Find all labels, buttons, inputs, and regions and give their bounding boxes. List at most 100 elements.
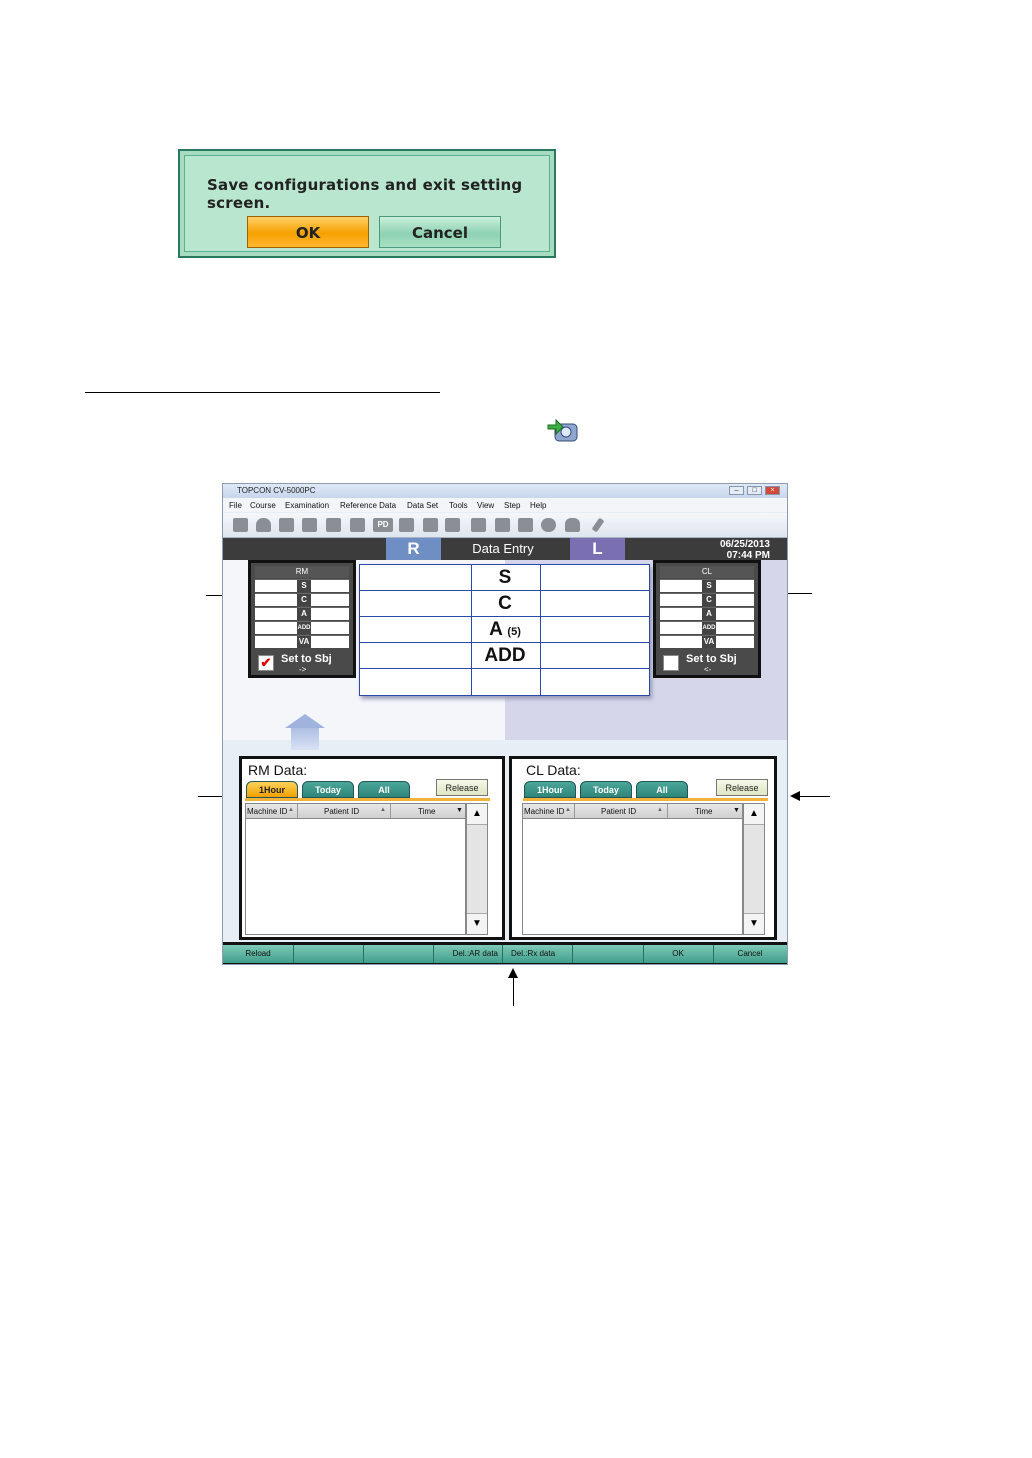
cl-tab-today[interactable]: Today — [580, 781, 632, 798]
empty-button-1[interactable] — [293, 945, 364, 963]
rm-row-va[interactable]: VA — [255, 635, 349, 648]
cl-release-button[interactable]: Release — [716, 779, 768, 796]
folder-icon[interactable] — [233, 518, 248, 532]
menu-help[interactable]: Help — [530, 501, 546, 510]
menu-file[interactable]: File — [229, 501, 242, 510]
ok-button[interactable]: OK — [247, 216, 369, 248]
window-title: TOPCON CV-5000PC — [237, 486, 316, 495]
rm-row-s[interactable]: S — [255, 579, 349, 592]
pd-icon[interactable]: PD — [373, 518, 393, 532]
book-icon[interactable] — [518, 518, 533, 532]
rm-row-a[interactable]: A — [255, 607, 349, 620]
header-date: 06/25/2013 — [719, 539, 770, 550]
menu-reference-data[interactable]: Reference Data — [340, 501, 396, 510]
rm-set-to-sbj-checkbox[interactable]: ✔ — [258, 655, 274, 671]
cl-col-machine-id[interactable]: Machine ID — [524, 807, 564, 816]
rm-col-time[interactable]: Time — [418, 807, 435, 816]
scroll-down-icon[interactable]: ▼ — [744, 913, 764, 934]
cl-data-list[interactable] — [522, 819, 743, 935]
cl-set-to-sbj-label[interactable]: Set to Sbj — [686, 653, 737, 665]
cl-row-s[interactable]: S — [660, 579, 754, 592]
phoropter-alt-icon[interactable] — [302, 518, 317, 532]
scroll-down-icon[interactable]: ▼ — [467, 913, 487, 934]
comment-icon[interactable] — [495, 518, 510, 532]
rm-row-add[interactable]: ADD — [255, 621, 349, 634]
close-icon[interactable]: × — [765, 486, 780, 495]
bottom-button-bar: Reload Del.:AR data Del.:Rx data OK Canc… — [223, 942, 787, 964]
cl-tab-1hour[interactable]: 1Hour — [524, 781, 576, 798]
menu-view[interactable]: View — [477, 501, 494, 510]
bottom-cancel-button[interactable]: Cancel — [713, 945, 787, 963]
rm-set-to-sbj-label[interactable]: Set to Sbj — [281, 653, 332, 665]
menu-step[interactable]: Step — [504, 501, 520, 510]
dialog-inner: Save configurations and exit setting scr… — [184, 155, 550, 252]
rm-release-button[interactable]: Release — [436, 779, 488, 796]
menu-course[interactable]: Course — [250, 501, 276, 510]
rm-col-machine-id[interactable]: Machine ID — [247, 807, 287, 816]
empty-button-2[interactable] — [363, 945, 434, 963]
add-icon[interactable] — [445, 518, 460, 532]
cl-tab-all[interactable]: All — [636, 781, 688, 798]
empty-button-3[interactable] — [573, 945, 644, 963]
patient-icon[interactable] — [256, 518, 271, 532]
menu-data-set[interactable]: Data Set — [407, 501, 438, 510]
delete-rx-data-button[interactable]: Del.:Rx data — [503, 945, 573, 963]
annotation-line — [800, 796, 830, 797]
app-window: TOPCON CV-5000PC – □ × File Course Exami… — [222, 483, 788, 965]
lens-icon[interactable] — [423, 518, 438, 532]
grid-label-s: S — [498, 567, 512, 588]
square-icon[interactable] — [399, 518, 414, 532]
rm-tab-today[interactable]: Today — [302, 781, 354, 798]
cl-row-add[interactable]: ADD — [660, 621, 754, 634]
monitor-icon[interactable] — [471, 518, 486, 532]
menu-examination[interactable]: Examination — [285, 501, 329, 510]
rm-data-panel: RM Data: 1Hour Today All Release Machine… — [239, 756, 505, 940]
grid-label-add: ADD — [484, 645, 526, 666]
circle-icon[interactable] — [541, 518, 556, 532]
rm-list-scrollbar[interactable]: ▲ ▼ — [466, 803, 488, 935]
phoropter-icon[interactable] — [279, 518, 294, 532]
cl-row-a[interactable]: A — [660, 607, 754, 620]
reload-button[interactable]: Reload — [223, 945, 294, 963]
rm-col-patient-id[interactable]: Patient ID — [324, 807, 359, 816]
cl-col-time[interactable]: Time — [695, 807, 712, 816]
delete-ar-data-button[interactable]: Del.:AR data — [433, 945, 503, 963]
cl-panel: CL S C A ADD VA Set to Sbj <- — [653, 560, 761, 678]
bottom-ok-button[interactable]: OK — [643, 945, 714, 963]
cl-row-va[interactable]: VA — [660, 635, 754, 648]
right-eye-label[interactable]: R — [386, 538, 441, 560]
left-eye-label[interactable]: L — [570, 538, 625, 560]
cl-tab-underline — [523, 798, 768, 801]
chart-icon[interactable] — [326, 518, 341, 532]
user-icon[interactable] — [565, 518, 580, 532]
data-entry-header: R Data Entry L 06/25/2013 07:44 PM — [223, 538, 787, 561]
scroll-up-icon[interactable]: ▲ — [467, 804, 487, 825]
transfer-up-arrow-icon[interactable] — [285, 714, 325, 728]
annotation-arrowhead — [508, 968, 518, 978]
cl-set-to-sbj-checkbox[interactable] — [663, 655, 679, 671]
rm-data-title: RM Data: — [248, 762, 308, 778]
dialog-message: Save configurations and exit setting scr… — [207, 176, 523, 212]
grid-label-a-text: A — [489, 619, 503, 640]
cl-col-patient-id[interactable]: Patient ID — [601, 807, 636, 816]
maximize-icon[interactable]: □ — [747, 486, 762, 495]
menu-tools[interactable]: Tools — [449, 501, 468, 510]
rm-data-list[interactable] — [245, 819, 466, 935]
transfer-up-arrow-stem — [291, 728, 319, 750]
scroll-up-icon[interactable]: ▲ — [744, 804, 764, 825]
wrench-icon[interactable] — [591, 517, 605, 533]
cancel-button[interactable]: Cancel — [379, 216, 501, 248]
minimize-icon[interactable]: – — [729, 486, 744, 495]
rm-tab-all[interactable]: All — [358, 781, 410, 798]
rm-tab-1hour[interactable]: 1Hour — [246, 781, 298, 798]
keyboard-icon[interactable] — [350, 518, 365, 532]
section-underline — [85, 392, 440, 393]
cl-list-scrollbar[interactable]: ▲ ▼ — [743, 803, 765, 935]
cl-data-title: CL Data: — [526, 762, 581, 778]
rm-row-c[interactable]: C — [255, 593, 349, 606]
rm-list-header: Machine ID ▲ Patient ID ▲ Time ▼ — [245, 803, 466, 819]
cl-row-c[interactable]: C — [660, 593, 754, 606]
annotation-line — [513, 978, 514, 1006]
grid-label-c: C — [498, 593, 512, 614]
rm-panel: RM S C A ADD VA ✔ Set to Sbj -> — [248, 560, 356, 678]
